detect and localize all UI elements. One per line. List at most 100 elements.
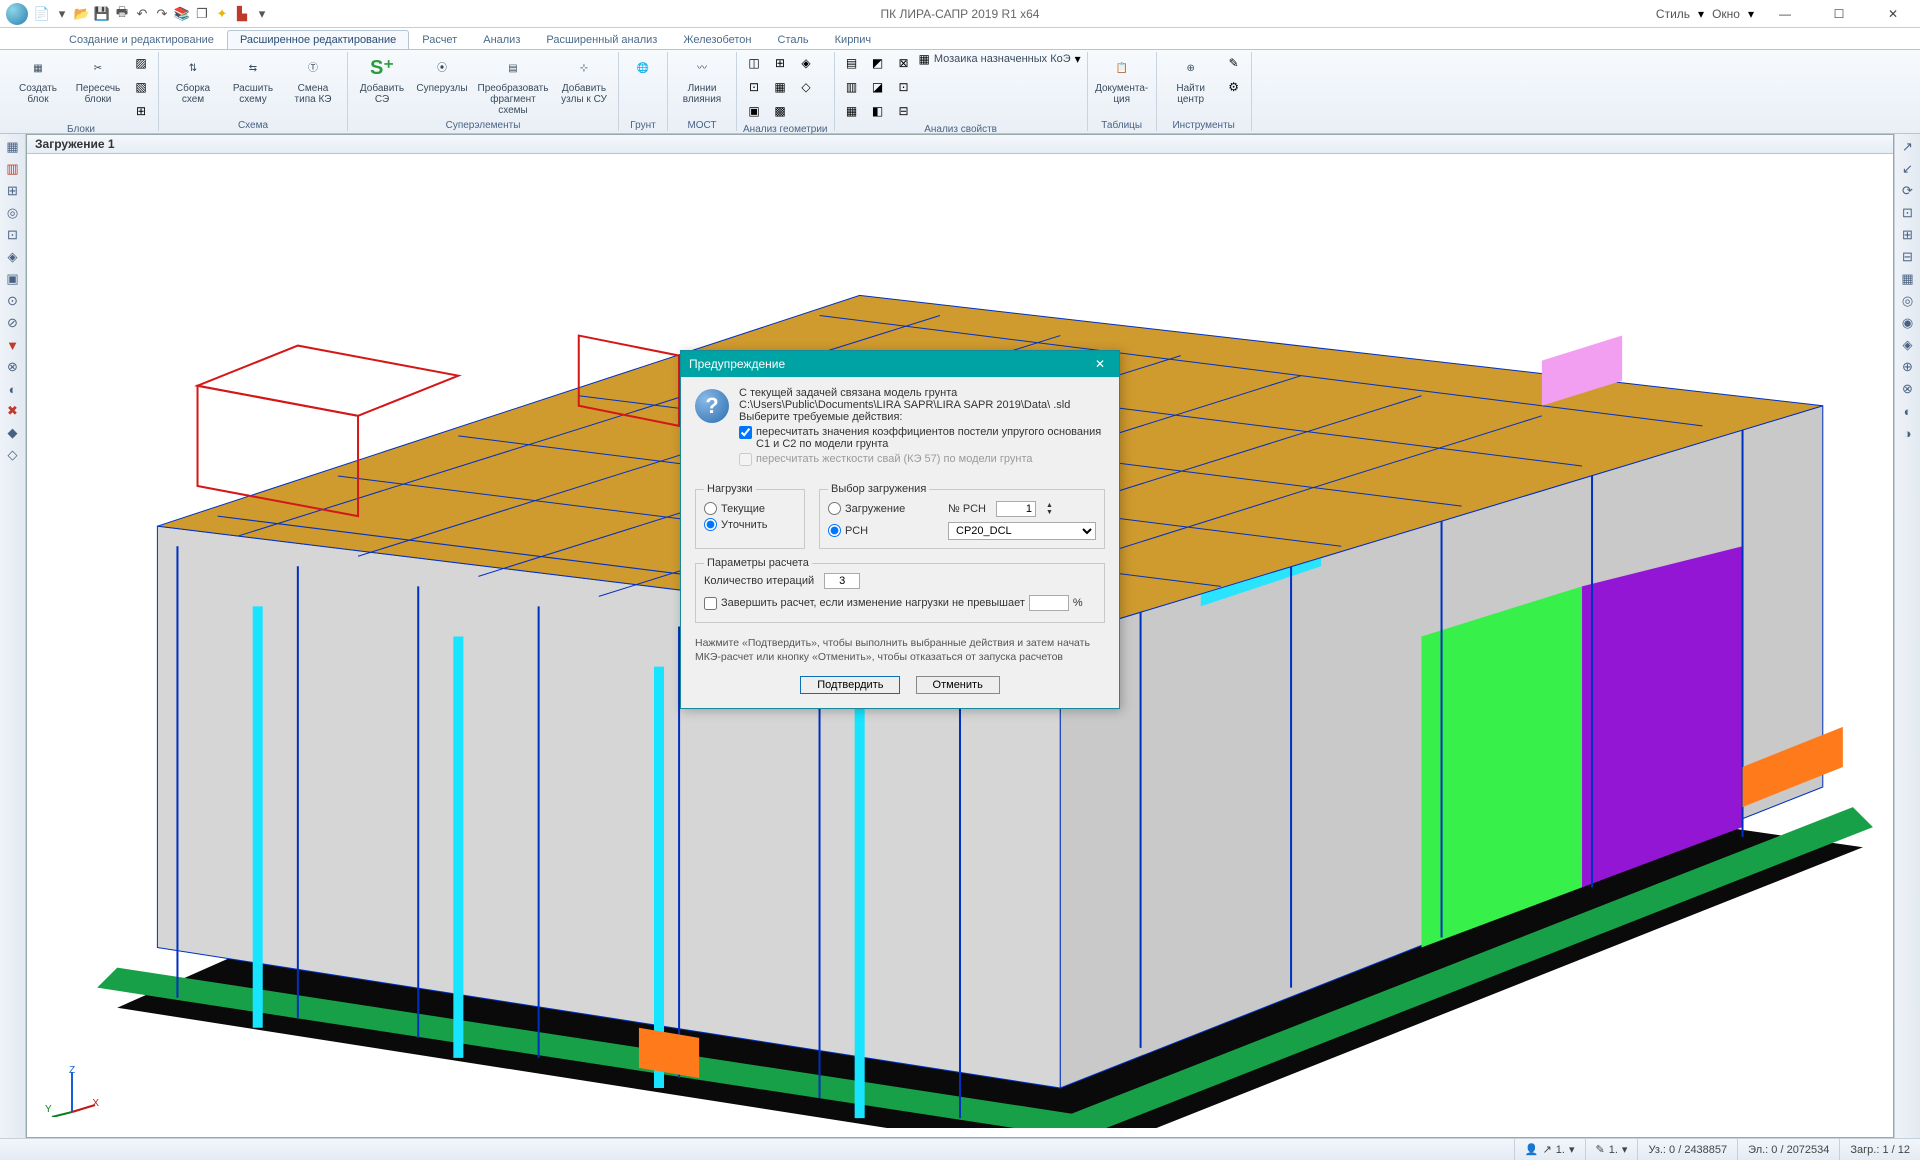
tab-advanced-edit[interactable]: Расширенное редактирование [227,30,409,49]
mosaic-label[interactable]: Мозаика назначенных КоЭ [934,53,1071,65]
window-dropdown-icon[interactable]: ▾ [1748,7,1754,21]
grunt-button[interactable]: 🌐 [625,52,661,84]
dialog-titlebar[interactable]: Предупреждение ✕ [681,351,1119,377]
p8-icon[interactable]: ⊡ [893,76,915,98]
rsn-no-input[interactable] [996,501,1036,517]
print-icon[interactable]: 🖶 [114,6,130,22]
style-dropdown-icon[interactable]: ▾ [1698,7,1704,21]
help-icon[interactable]: ✦ [214,6,230,22]
cancel-button[interactable]: Отменить [916,676,1000,694]
l3-icon[interactable]: ⊞ [4,182,22,200]
maximize-button[interactable]: ☐ [1816,0,1862,28]
r10-icon[interactable]: ◈ [1899,336,1917,354]
open-icon[interactable]: 📂 [74,6,90,22]
add-nodes-button[interactable]: ⊹Добавить узлы к СУ [556,52,612,106]
supernodes-button[interactable]: ⦿Суперузлы [414,52,470,95]
l7-icon[interactable]: ▣ [4,270,22,288]
r6-icon[interactable]: ⊟ [1899,248,1917,266]
l9-icon[interactable]: ⊘ [4,314,22,332]
i2-icon[interactable]: ⚙ [1223,76,1245,98]
geom-6-icon[interactable]: ▩ [769,100,791,122]
close-button[interactable]: ✕ [1870,0,1916,28]
chevron-down-icon[interactable]: ▾ [1075,52,1081,66]
l8-icon[interactable]: ⊙ [4,292,22,310]
find-center-button[interactable]: ⊕Найти центр [1163,52,1219,106]
finish-calc-checkbox[interactable] [704,597,717,610]
r4-icon[interactable]: ⊡ [1899,204,1917,222]
spin-down-icon[interactable]: ▼ [1046,509,1053,516]
chart-icon[interactable]: ▙ [234,6,250,22]
geom-7-icon[interactable]: ◈ [795,52,817,74]
l12-icon[interactable]: ◐ [4,380,22,398]
geom-2-icon[interactable]: ⊡ [743,76,765,98]
r9-icon[interactable]: ◉ [1899,314,1917,332]
tab-brick[interactable]: Кирпич [822,30,885,49]
r13-icon[interactable]: ◐ [1899,402,1917,420]
geom-4-icon[interactable]: ⊞ [769,52,791,74]
influence-lines-button[interactable]: 〰Линии влияния [674,52,730,106]
tab-concrete[interactable]: Железобетон [670,30,764,49]
split-button[interactable]: ⇆Расшить схему [225,52,281,106]
l6-icon[interactable]: ◈ [4,248,22,266]
sel-load-radio[interactable] [828,502,841,515]
r5-icon[interactable]: ⊞ [1899,226,1917,244]
l13-icon[interactable]: ✖ [4,402,22,420]
l14-icon[interactable]: ◆ [4,424,22,442]
spin-up-icon[interactable]: ▲ [1046,502,1053,509]
tab-adv-analysis[interactable]: Расширенный анализ [533,30,670,49]
r1-icon[interactable]: ↗ [1899,138,1917,156]
l4-icon[interactable]: ◎ [4,204,22,222]
l11-icon[interactable]: ⊗ [4,358,22,376]
book-icon[interactable]: 📚 [174,6,190,22]
l1-icon[interactable]: ▦ [4,138,22,156]
dropdown-icon[interactable]: ▾ [54,6,70,22]
p7-icon[interactable]: ⊠ [893,52,915,74]
window-menu-label[interactable]: Окно [1712,7,1740,21]
iterations-input[interactable] [824,573,860,589]
tab-create-edit[interactable]: Создание и редактирование [56,30,227,49]
cascade-icon[interactable]: ❐ [194,6,210,22]
r3-icon[interactable]: ⟳ [1899,182,1917,200]
p6-icon[interactable]: ◧ [867,100,889,122]
loads-refine-radio[interactable] [704,518,717,531]
r12-icon[interactable]: ⊗ [1899,380,1917,398]
create-block-button[interactable]: ▦Создать блок [10,52,66,106]
geom-3-icon[interactable]: ▣ [743,100,765,122]
assemble-button[interactable]: ⇅Сборка схем [165,52,221,106]
dialog-close-icon[interactable]: ✕ [1089,357,1111,371]
tab-analysis[interactable]: Анализ [470,30,533,49]
recalc-c1c2-checkbox[interactable] [739,426,752,439]
sel-rsn-radio[interactable] [828,524,841,537]
new-icon[interactable]: 📄 [34,6,50,22]
add-se-button[interactable]: S⁺Добавить СЭ [354,52,410,106]
blocks-small-3-icon[interactable]: ⊞ [130,100,152,122]
convert-fragment-button[interactable]: ▤Преобразовать фрагмент схемы [474,52,552,117]
r14-icon[interactable]: ◑ [1899,424,1917,442]
geom-1-icon[interactable]: ◫ [743,52,765,74]
intersect-blocks-button[interactable]: ✂Пересечь блоки [70,52,126,106]
r8-icon[interactable]: ◎ [1899,292,1917,310]
undo-icon[interactable]: ↶ [134,6,150,22]
r7-icon[interactable]: ▦ [1899,270,1917,288]
documentation-button[interactable]: 📋Документа-ция [1094,52,1150,106]
blocks-small-2-icon[interactable]: ▧ [130,76,152,98]
p3-icon[interactable]: ▦ [841,100,863,122]
confirm-button[interactable]: Подтвердить [800,676,900,694]
p4-icon[interactable]: ◩ [867,52,889,74]
p9-icon[interactable]: ⊟ [893,100,915,122]
redo-icon[interactable]: ↷ [154,6,170,22]
change-type-button[interactable]: ⓉСмена типа КЭ [285,52,341,106]
blocks-small-1-icon[interactable]: ▨ [130,52,152,74]
geom-8-icon[interactable]: ◇ [795,76,817,98]
minimize-button[interactable]: — [1762,0,1808,28]
tab-calc[interactable]: Расчет [409,30,470,49]
loads-current-radio[interactable] [704,502,717,515]
status-tool1[interactable]: 👤↗1.▾ [1514,1139,1585,1160]
r2-icon[interactable]: ↙ [1899,160,1917,178]
geom-5-icon[interactable]: ▦ [769,76,791,98]
p1-icon[interactable]: ▤ [841,52,863,74]
rsn-combo[interactable]: CP20_DCL [948,522,1096,540]
i1-icon[interactable]: ✎ [1223,52,1245,74]
p5-icon[interactable]: ◪ [867,76,889,98]
l2-icon[interactable]: ▥ [4,160,22,178]
